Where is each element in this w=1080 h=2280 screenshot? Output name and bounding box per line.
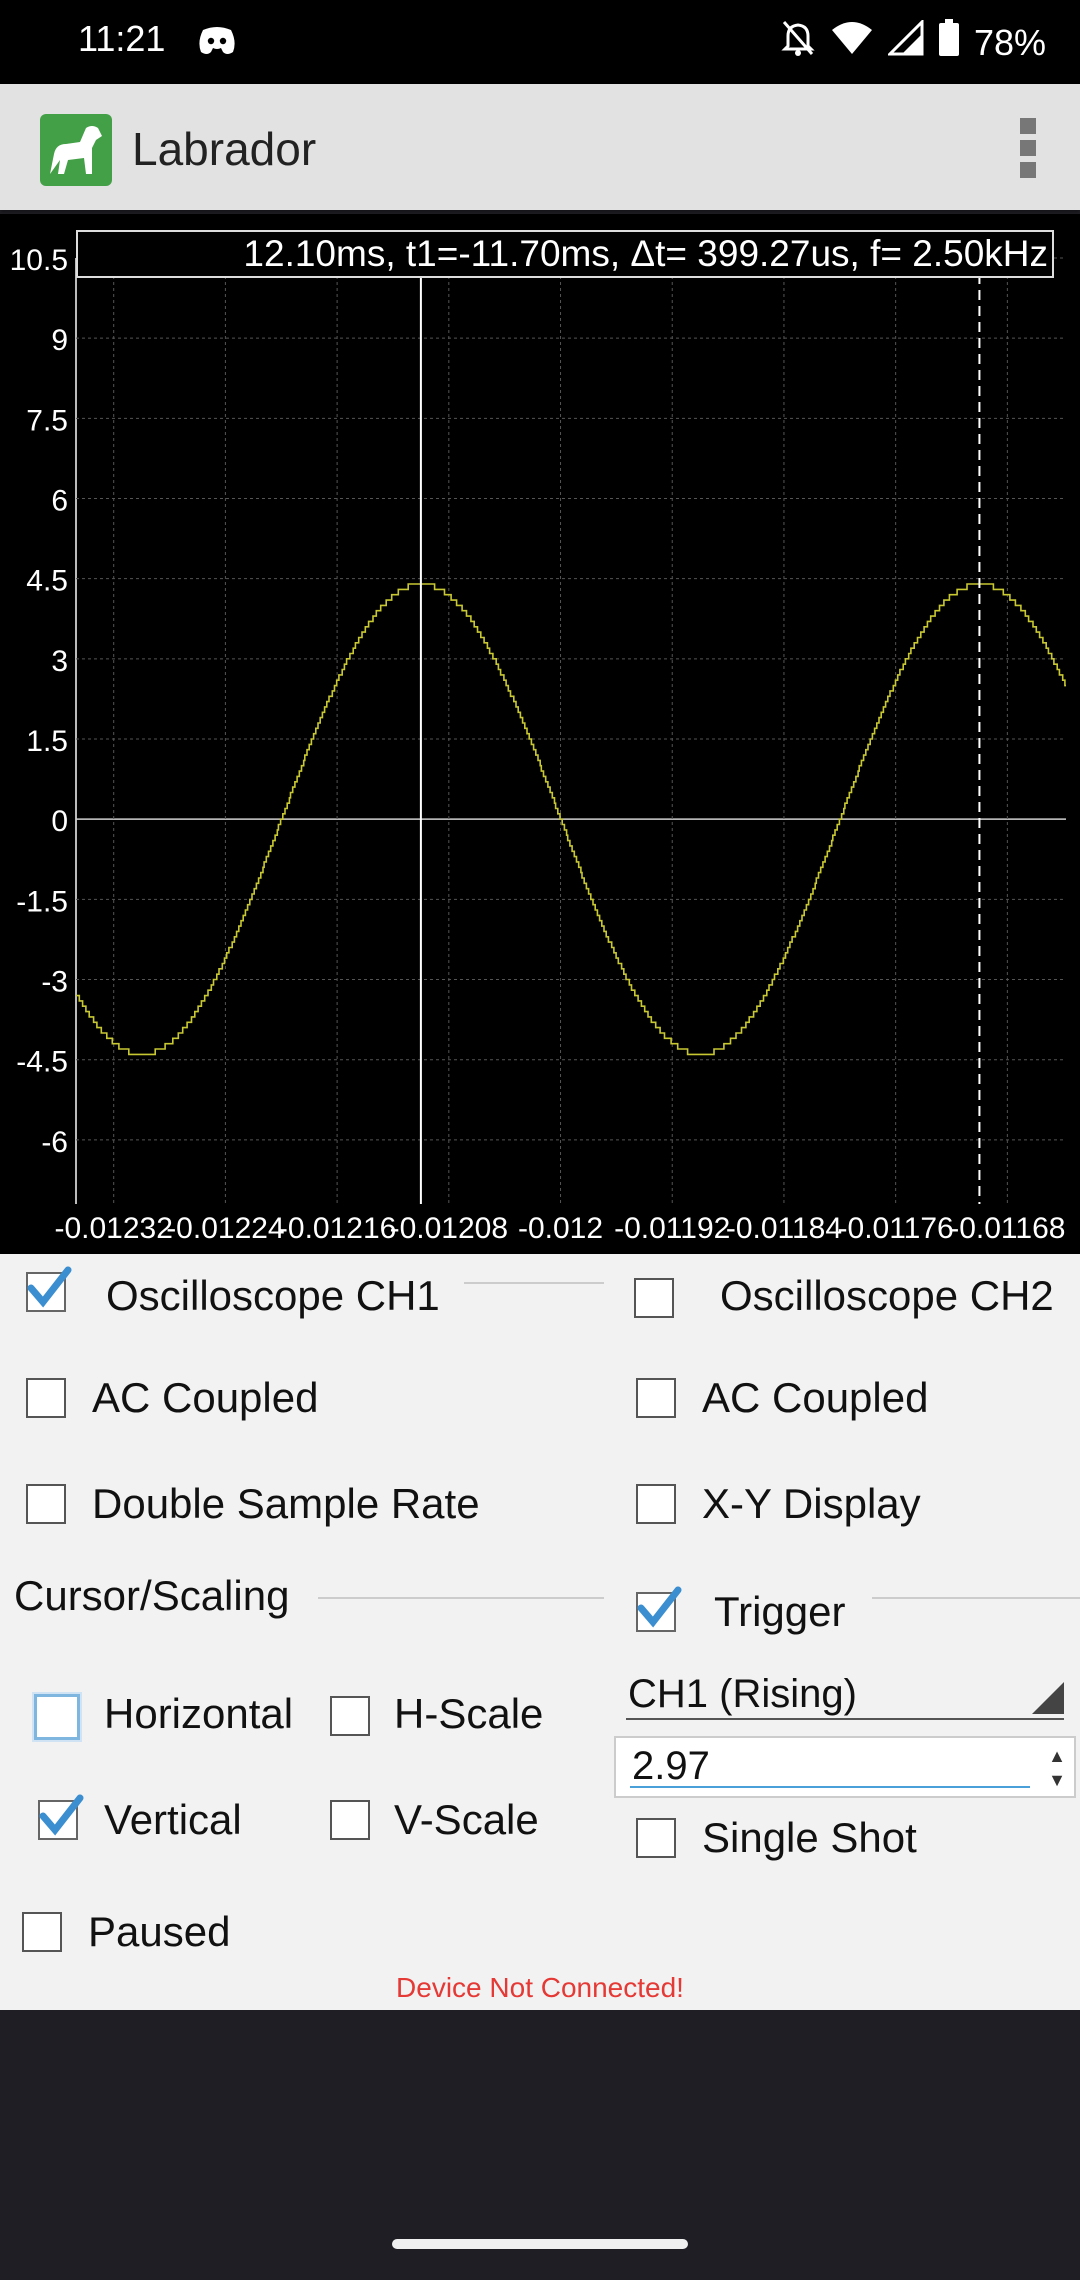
horizontal-cursor-label[interactable]: Horizontal: [104, 1690, 293, 1738]
status-bar: 11:21 78%: [0, 0, 1080, 84]
y-tick-label: 3: [51, 645, 68, 678]
y-tick-label: 7.5: [26, 404, 68, 437]
h-scale-label[interactable]: H-Scale: [394, 1690, 543, 1738]
mute-icon: [780, 18, 816, 67]
paused-checkbox[interactable]: [22, 1912, 62, 1952]
trigger-level-value[interactable]: 2.97: [632, 1744, 710, 1789]
y-tick-label: -4.5: [16, 1046, 68, 1079]
h-scale-checkbox[interactable]: [330, 1696, 370, 1736]
spin-up-icon[interactable]: ▲: [1048, 1746, 1066, 1767]
divider: [318, 1597, 604, 1599]
osc-ch2-label[interactable]: Oscilloscope CH2: [720, 1272, 1054, 1320]
single-shot-label[interactable]: Single Shot: [702, 1814, 917, 1862]
double-sample-rate-checkbox[interactable]: [26, 1484, 66, 1524]
y-tick-label: -3: [41, 966, 68, 999]
x-tick-label: -0.01224: [166, 1212, 284, 1245]
y-tick-label: 9: [51, 324, 68, 357]
x-tick-label: -0.01168: [949, 1212, 1065, 1245]
status-icons: 78%: [780, 18, 1046, 67]
trigger-source-dropdown[interactable]: CH1 (Rising): [628, 1672, 857, 1717]
osc-ch1-checkbox[interactable]: [26, 1266, 72, 1312]
trigger-checkbox[interactable]: [636, 1586, 682, 1632]
spin-down-icon[interactable]: ▼: [1048, 1770, 1066, 1791]
vertical-cursor-checkbox[interactable]: [38, 1794, 84, 1840]
y-tick-label: -1.5: [16, 885, 68, 918]
cursor-readout: 12.10ms, t1=-11.70ms, Δt= 399.27us, f= 2…: [76, 230, 1054, 278]
oscilloscope-display[interactable]: 10.5 9 7.5 6 4.5 3 1.5 0 -1.5 -3 -4.5 -6 -0.01232 -0.…: [0, 214, 1080, 1254]
ac-coupled-ch1-label[interactable]: AC Coupled: [92, 1374, 318, 1422]
divider: [872, 1597, 1080, 1599]
v-scale-label[interactable]: V-Scale: [394, 1796, 539, 1844]
y-tick-label: 0: [51, 805, 68, 838]
single-shot-checkbox[interactable]: [636, 1818, 676, 1858]
x-tick-label: -0.012: [518, 1212, 603, 1245]
ac-coupled-ch1-checkbox[interactable]: [26, 1378, 66, 1418]
x-tick-label: -0.01184: [726, 1212, 842, 1245]
x-tick-label: -0.01216: [278, 1212, 396, 1245]
app-bar: Labrador: [0, 84, 1080, 210]
y-tick-label: 6: [51, 485, 68, 518]
trigger-level-spinbox[interactable]: 2.97 ▲ ▼: [614, 1736, 1076, 1798]
signal-icon: [886, 18, 924, 65]
control-panel: Oscilloscope CH1 Oscilloscope CH2 AC Cou…: [0, 1254, 1080, 2010]
trigger-label[interactable]: Trigger: [714, 1588, 845, 1636]
ac-coupled-ch2-checkbox[interactable]: [636, 1378, 676, 1418]
x-tick-label: -0.01176: [838, 1212, 954, 1245]
overflow-menu-icon[interactable]: [1016, 118, 1040, 178]
x-tick-label: -0.01232: [54, 1212, 172, 1245]
y-tick-label: -6: [41, 1126, 68, 1159]
status-time: 11:21: [78, 18, 166, 59]
dropdown-arrow-icon[interactable]: [1032, 1682, 1064, 1714]
divider: [464, 1282, 604, 1284]
discord-icon: [197, 26, 237, 61]
y-tick-label: 1.5: [26, 725, 68, 758]
x-tick-label: -0.01208: [390, 1212, 508, 1245]
osc-ch2-checkbox[interactable]: [634, 1278, 674, 1318]
connection-status-message: Device Not Connected!: [396, 1972, 684, 2003]
waveform-chart: 10.597.564.531.50-1.5-3-4.5-6-0.01232-0.…: [10, 244, 1066, 1245]
v-scale-checkbox[interactable]: [330, 1800, 370, 1840]
battery-percent: 78%: [973, 21, 1046, 63]
double-sample-rate-label[interactable]: Double Sample Rate: [92, 1480, 480, 1528]
battery-icon: [938, 19, 960, 66]
y-tick-label: 10.5: [10, 244, 68, 277]
paused-label[interactable]: Paused: [88, 1908, 230, 1956]
dropdown-underline: [626, 1718, 1064, 1720]
dog-logo-icon: [40, 114, 112, 186]
wifi-icon: [830, 20, 874, 65]
x-tick-label: -0.01192: [614, 1212, 730, 1245]
spinbox-underline: [630, 1786, 1030, 1788]
osc-ch1-label[interactable]: Oscilloscope CH1: [106, 1272, 440, 1320]
app-title: Labrador: [132, 123, 317, 175]
y-tick-label: 4.5: [26, 565, 68, 598]
ac-coupled-ch2-label[interactable]: AC Coupled: [702, 1374, 928, 1422]
horizontal-cursor-checkbox[interactable]: [34, 1694, 80, 1740]
xy-display-checkbox[interactable]: [636, 1484, 676, 1524]
xy-display-label[interactable]: X-Y Display: [702, 1480, 921, 1528]
vertical-cursor-label[interactable]: Vertical: [104, 1796, 242, 1844]
cursor-scaling-heading: Cursor/Scaling: [14, 1572, 290, 1619]
home-gesture-bar[interactable]: [392, 2239, 688, 2249]
